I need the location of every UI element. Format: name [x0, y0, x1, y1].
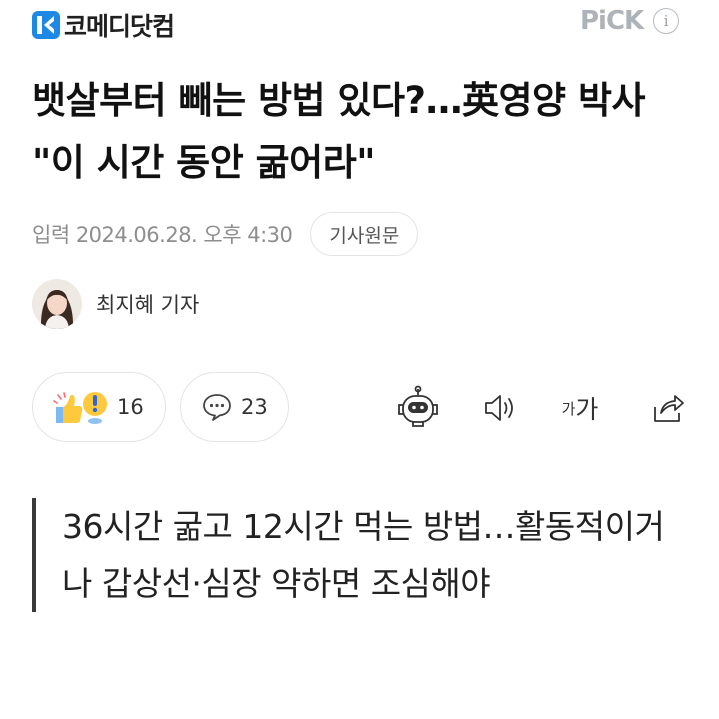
reaction-count: 16	[117, 395, 144, 419]
reporter-avatar	[32, 279, 82, 329]
font-small-label: 가	[561, 399, 576, 418]
share-icon	[654, 395, 684, 422]
reporter-name: 최지혜 기자	[96, 293, 200, 317]
summary-text: 36시간 굶고 12시간 먹는 방법…활동적이거나 갑상선·심장 약하면 조심해…	[62, 507, 665, 603]
speaker-icon	[485, 395, 513, 421]
brand-name: 코메디닷컴	[64, 12, 175, 41]
comment-bubble-icon	[203, 394, 231, 421]
info-icon[interactable]: i	[653, 8, 680, 34]
site-logo[interactable]: 코메디닷컴	[32, 8, 175, 42]
pick-badge[interactable]: PiCK i	[580, 6, 680, 36]
comment-count: 23	[241, 395, 268, 419]
font-big-label: 가	[575, 395, 599, 424]
reaction-emoji-icon	[53, 392, 107, 424]
reporter-info[interactable]: 최지혜 기자	[32, 279, 199, 329]
comment-button[interactable]: 23	[180, 372, 289, 442]
font-size-button[interactable]: 가 가	[556, 384, 604, 432]
original-article-button[interactable]: 기사원문	[310, 212, 419, 256]
pick-label: PiCK	[580, 6, 644, 36]
robot-icon	[398, 385, 438, 427]
share-button[interactable]	[643, 384, 691, 432]
reaction-button[interactable]: 16	[32, 372, 166, 442]
logo-mark-icon	[32, 11, 60, 39]
listen-button[interactable]	[476, 384, 524, 432]
article-title: 뱃살부터 빼는 방법 있다?…英영양 박사 "이 시간 동안 굶어라"	[32, 79, 646, 184]
tts-bot-button[interactable]	[394, 384, 442, 432]
article-summary: 36시간 굶고 12시간 먹는 방법…활동적이거나 갑상선·심장 약하면 조심해…	[32, 498, 672, 612]
publish-date: 입력 2024.06.28. 오후 4:30	[32, 223, 293, 247]
article-meta: 입력 2024.06.28. 오후 4:30 기사원문	[32, 212, 419, 256]
